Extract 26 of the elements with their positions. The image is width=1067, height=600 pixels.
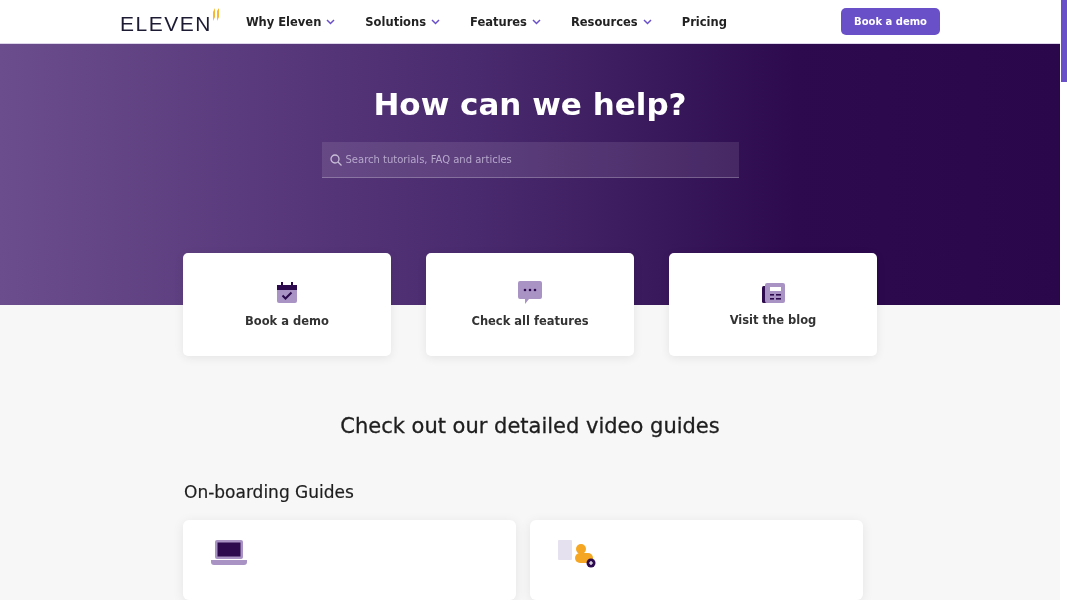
card-label: Book a demo (245, 313, 329, 328)
nav-link[interactable]: Resources (570, 14, 652, 29)
laptop-icon (211, 540, 247, 565)
nav-link[interactable]: Pricing (681, 14, 727, 29)
logo-mark-icon (211, 7, 220, 21)
nav-link[interactable]: Solutions (365, 14, 440, 29)
book-demo-button[interactable]: Book a demo (841, 8, 940, 36)
logo-wordmark[interactable]: ELEVEN (120, 11, 212, 36)
quick-link-card[interactable]: Book a demo (183, 253, 391, 356)
card-label: Visit the blog (729, 312, 817, 327)
chat-bubble-icon (518, 281, 542, 304)
quick-link-card[interactable]: Check all features (426, 253, 634, 356)
nav-link[interactable]: Why Eleven (245, 14, 336, 29)
search-icon (329, 154, 342, 167)
quick-link-card[interactable]: Visit the blog (669, 253, 877, 356)
newspaper-icon (761, 282, 785, 303)
nav-link[interactable]: Features (470, 14, 541, 29)
guide-card[interactable] (530, 520, 863, 600)
person-building-icon (558, 540, 596, 568)
scrollbar-thumb[interactable] (1061, 0, 1067, 82)
calendar-check-icon (276, 281, 298, 304)
section-heading: Check out our detailed video guides (339, 414, 721, 438)
card-label: Check all features (471, 314, 589, 328)
guide-card[interactable] (183, 520, 516, 600)
hero-title: How can we help? (373, 86, 687, 123)
guides-heading: On-boarding Guides (184, 482, 355, 502)
